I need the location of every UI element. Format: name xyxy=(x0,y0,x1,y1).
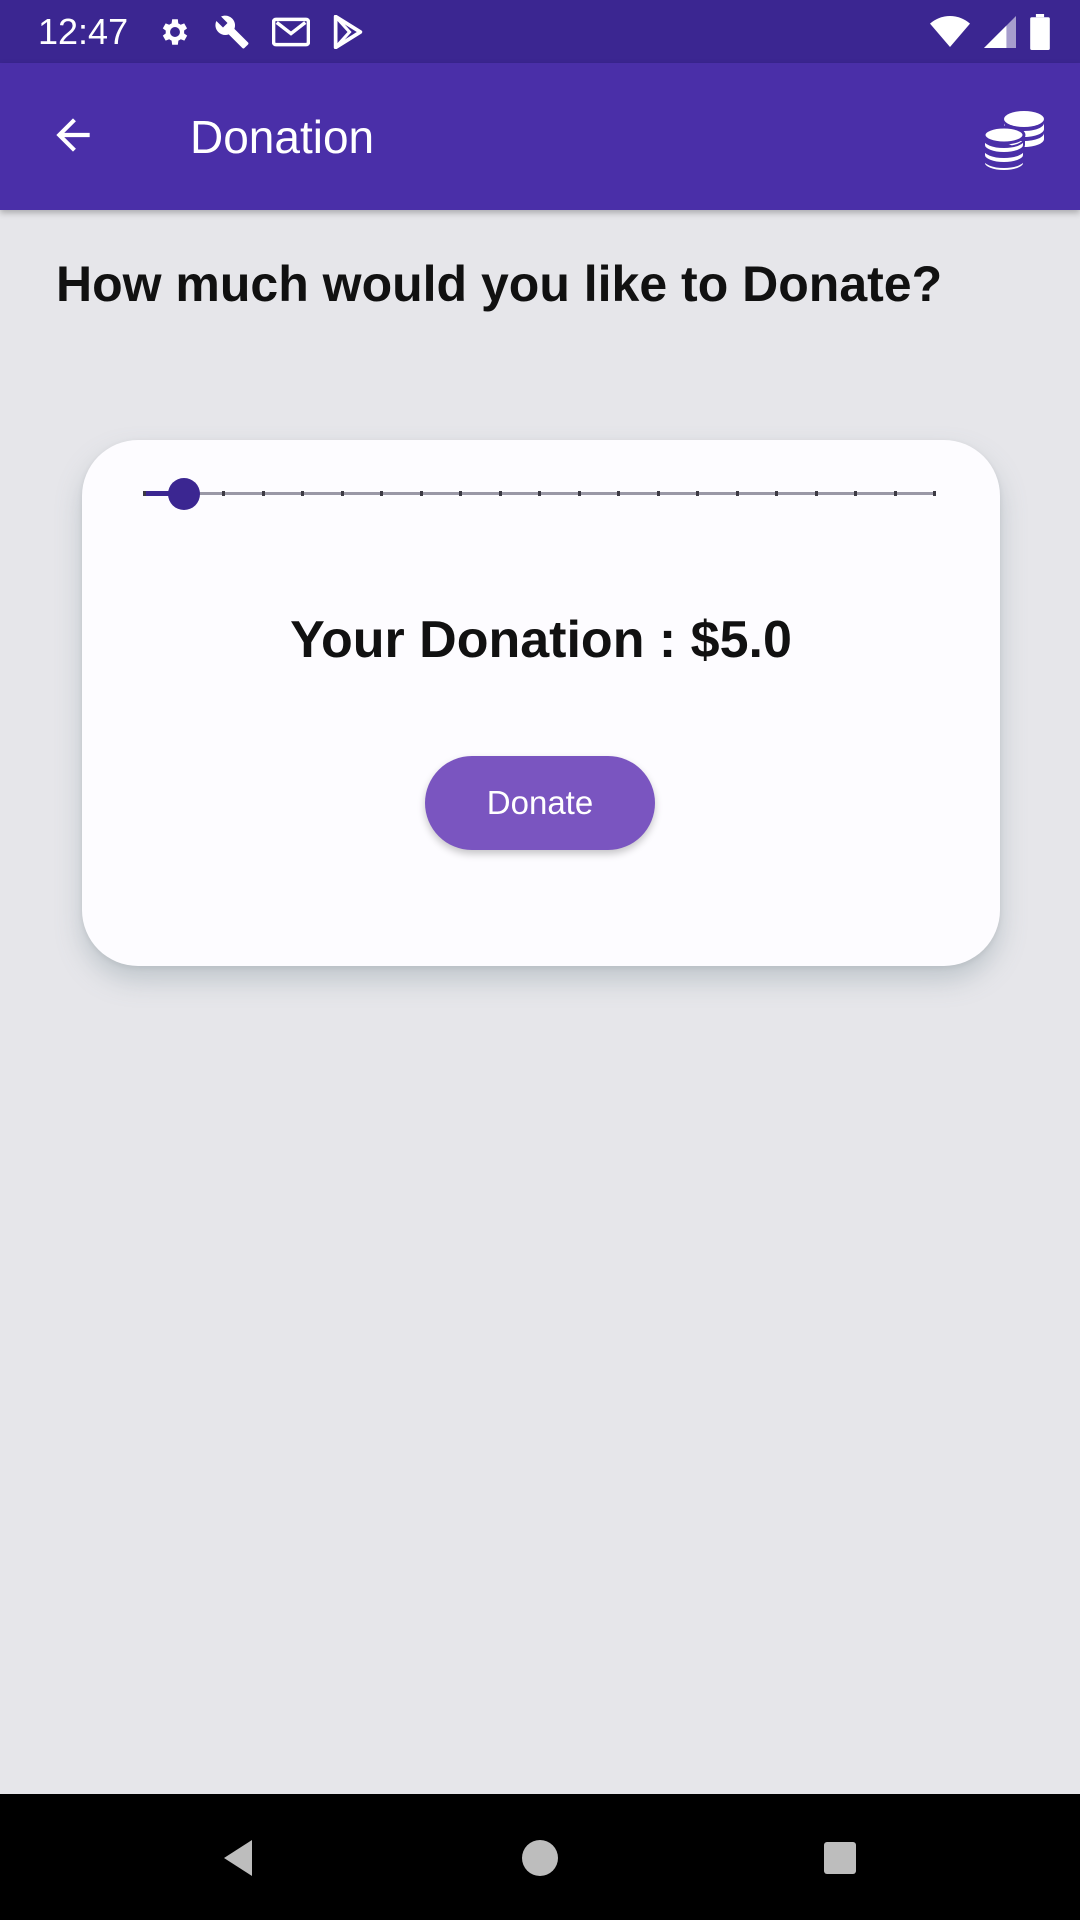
slider-ticks xyxy=(143,491,936,496)
status-bar: 12:47 xyxy=(0,0,1080,63)
slider-tick xyxy=(143,491,146,496)
slider-thumb[interactable] xyxy=(167,478,200,510)
donation-slider[interactable] xyxy=(143,474,936,514)
gmail-icon xyxy=(272,16,310,48)
donation-amount: Your Donation : $5.0 xyxy=(290,611,792,669)
wifi-icon xyxy=(930,16,970,48)
arrow-back-icon xyxy=(48,110,98,165)
slider-tick xyxy=(735,491,739,496)
slider-tick xyxy=(261,491,265,496)
system-icons xyxy=(930,12,1050,52)
signal-icon xyxy=(984,16,1016,48)
coins-icon xyxy=(980,107,1048,176)
battery-icon xyxy=(1030,14,1050,50)
app-bar: Donation xyxy=(0,63,1080,210)
slider-tick xyxy=(419,491,423,496)
slider-tick xyxy=(617,491,620,496)
play-store-icon xyxy=(332,15,364,49)
wrench-icon xyxy=(214,14,250,50)
slider-tick xyxy=(380,491,383,496)
status-time: 12:47 xyxy=(38,11,129,52)
donation-card: Your Donation : $5.0 Donate xyxy=(82,440,1000,966)
slider-tick xyxy=(301,491,304,496)
slider-tick xyxy=(696,491,699,496)
slider-tick xyxy=(340,491,344,496)
slider-tick xyxy=(933,491,936,496)
slider-tick xyxy=(656,491,660,496)
nav-recents-icon[interactable] xyxy=(816,1834,864,1882)
slider-tick xyxy=(775,491,778,496)
slider-tick xyxy=(498,491,502,496)
slider-tick xyxy=(459,491,462,496)
slider-tick xyxy=(893,491,897,496)
slider-tick xyxy=(854,491,857,496)
slider-tick xyxy=(577,491,581,496)
coins-button[interactable] xyxy=(974,101,1054,181)
slider-tick xyxy=(538,491,541,496)
donate-button[interactable]: Donate xyxy=(425,756,655,850)
settings-icon xyxy=(158,15,192,49)
page-title: Donation xyxy=(190,111,375,163)
nav-back-icon[interactable] xyxy=(216,1834,264,1882)
back-button[interactable] xyxy=(38,105,108,169)
nav-home-icon[interactable] xyxy=(516,1834,564,1882)
slider-tick xyxy=(814,491,818,496)
donation-question: How much would you like to Donate? xyxy=(56,256,943,312)
notification-icons xyxy=(158,12,364,52)
slider-tick xyxy=(222,491,225,496)
navigation-bar xyxy=(0,1794,1080,1920)
